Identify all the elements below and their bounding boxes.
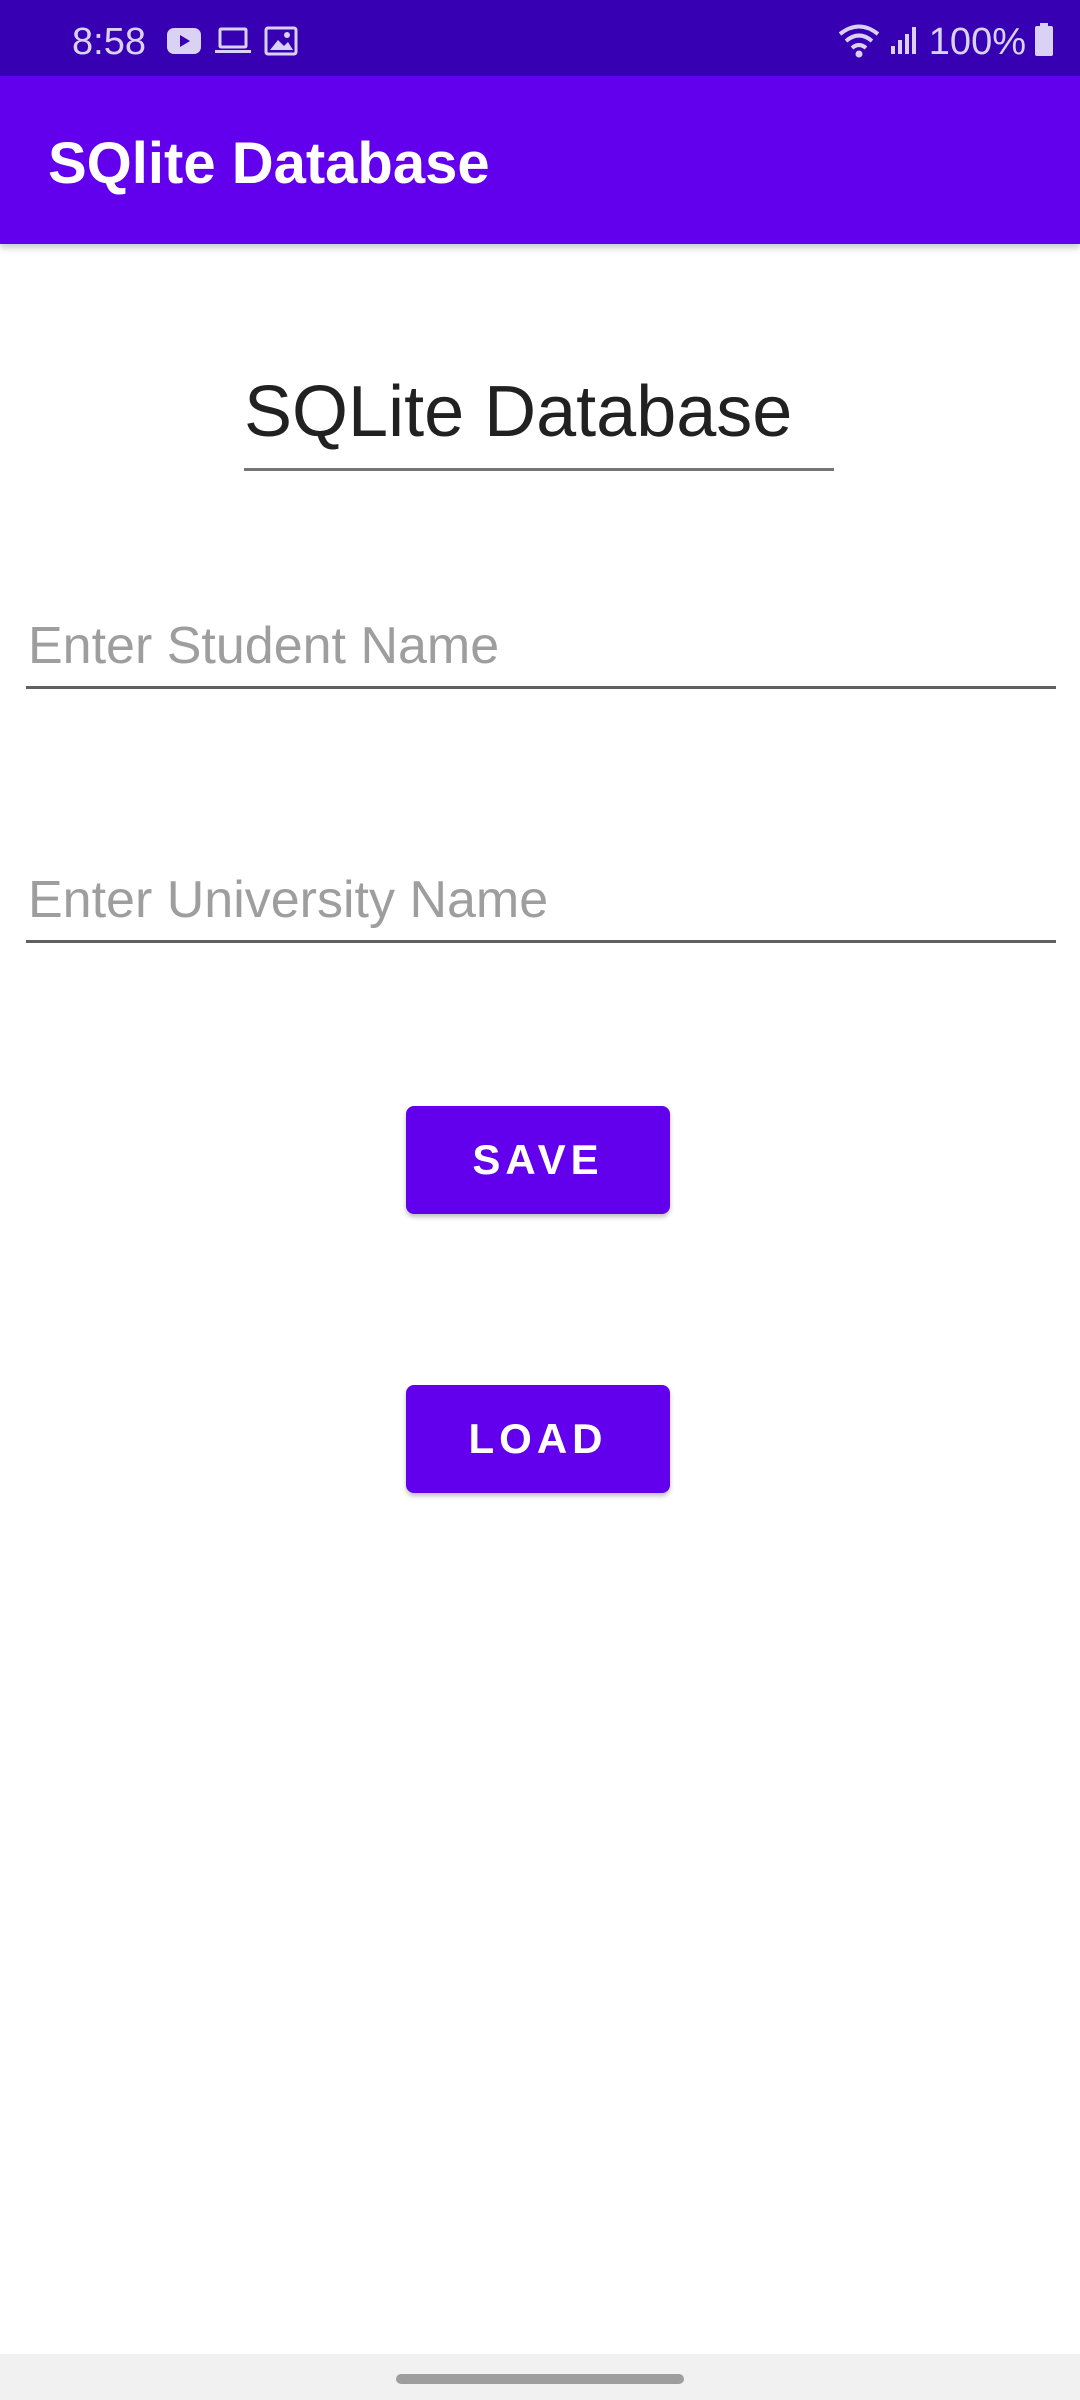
heading-text: SQLite Database [244,372,793,452]
app-bar-title: SQlite Database [48,131,490,196]
battery-icon [1034,22,1054,62]
heading-text-field[interactable]: SQLite Database [244,366,834,471]
battery-percentage: 100% [928,21,1026,63]
home-gesture-handle[interactable] [396,2374,684,2384]
wifi-icon [837,22,881,63]
signal-icon [889,24,921,61]
navigation-bar [0,2354,1080,2400]
university-name-input[interactable] [26,860,1056,943]
load-button[interactable]: LOAD [406,1385,670,1493]
image-icon [264,26,298,61]
student-name-input[interactable] [26,606,1056,689]
save-button[interactable]: SAVE [406,1106,670,1214]
status-time: 8:58 [72,21,146,63]
status-bar: 8:58 100% [0,0,1080,76]
youtube-icon [166,26,202,61]
app-bar: SQlite Database [0,76,1080,244]
laptop-icon [214,26,252,61]
